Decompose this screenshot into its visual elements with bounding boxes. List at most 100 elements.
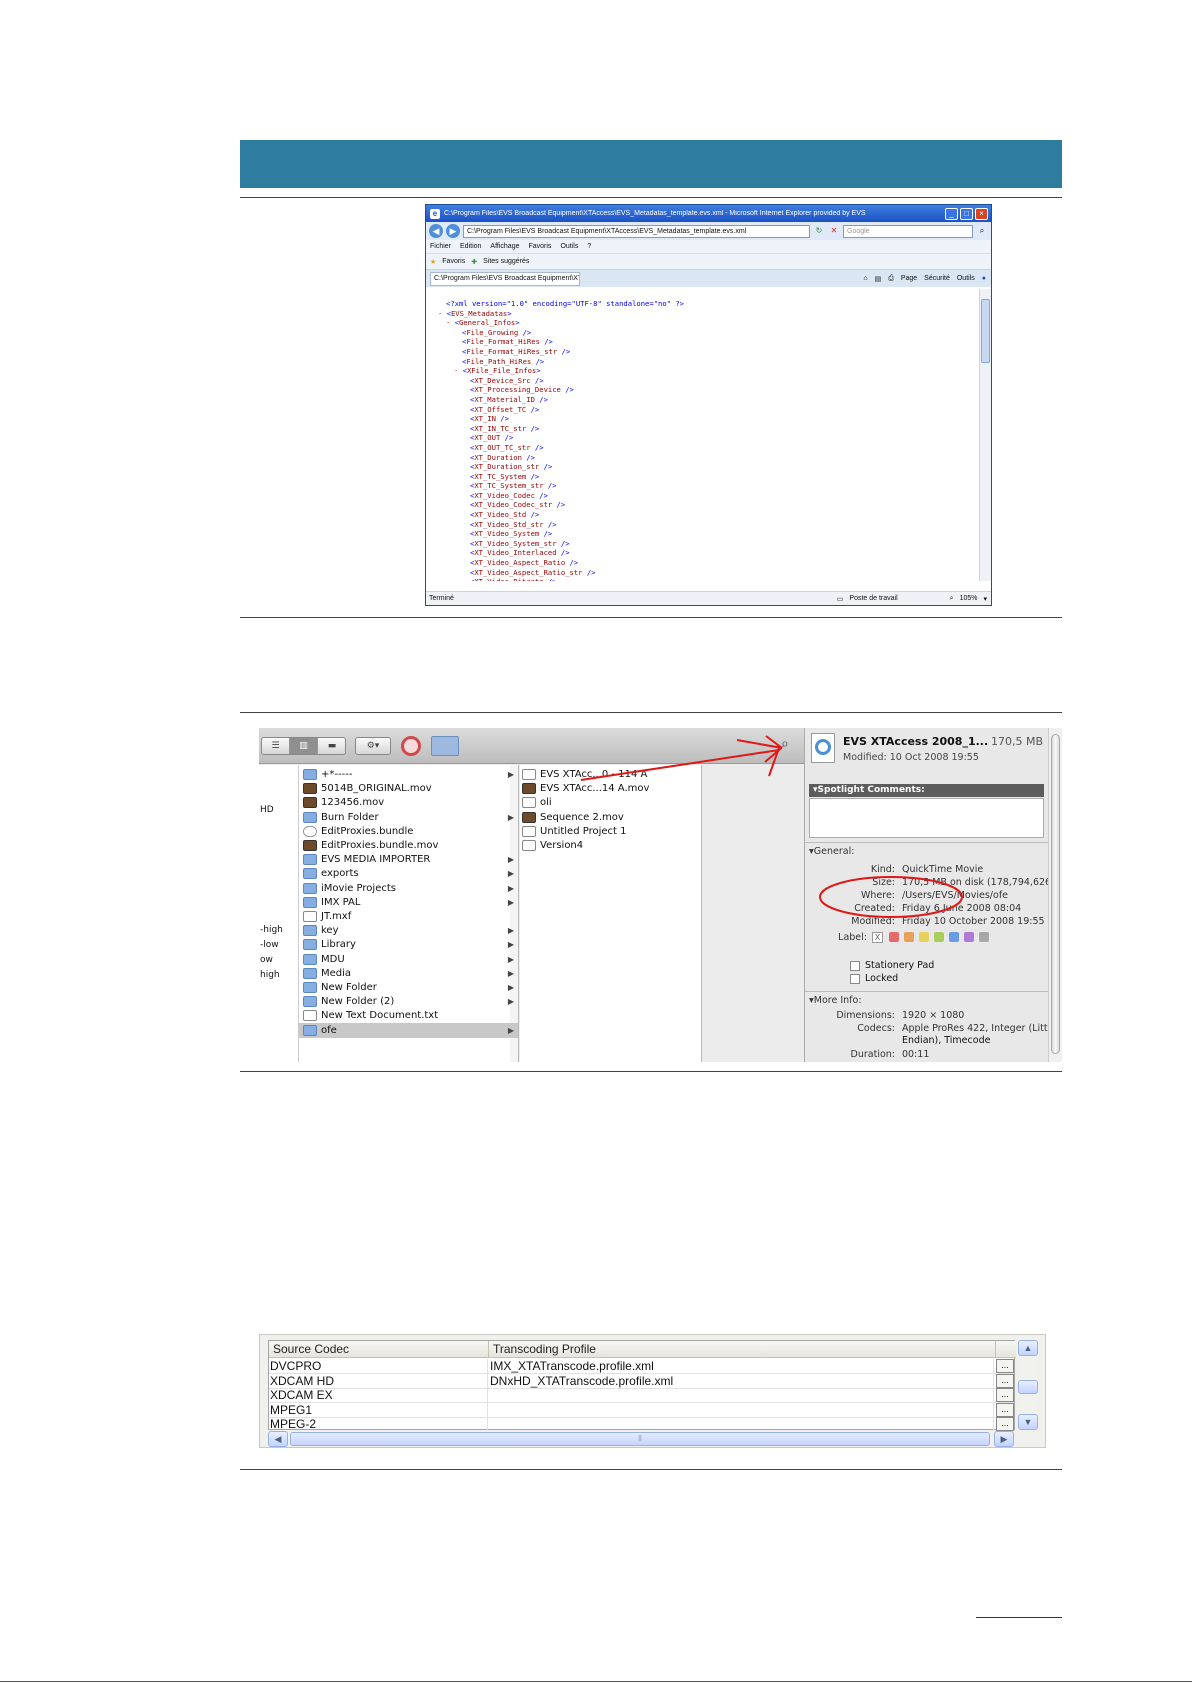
locked-label: Locked [865, 973, 899, 984]
label-color-swatch[interactable] [964, 932, 974, 942]
xml-line: <XT_TC_System_str /> [438, 481, 979, 491]
ie-vertical-scrollbar[interactable] [979, 289, 991, 581]
menu-item-fichier[interactable]: Fichier [430, 243, 451, 250]
xml-line[interactable]: - <XFile_File_Infos> [438, 366, 979, 376]
xml-bracket: /> [526, 404, 540, 414]
browse-button[interactable]: ... [996, 1373, 1014, 1388]
minimize-icon[interactable]: _ [945, 207, 958, 220]
xml-tag-name: XT_OUT_TC_str [474, 442, 531, 452]
xml-line: <XT_Duration /> [438, 453, 979, 463]
label-none-swatch[interactable]: X [872, 932, 883, 943]
menu-item-edition[interactable]: Edition [460, 243, 481, 250]
menu-item-affichage[interactable]: Affichage [490, 243, 519, 250]
scroll-thumb[interactable]: ⦀ [290, 1432, 990, 1446]
maximize-icon[interactable]: □ [960, 207, 973, 220]
xml-bracket: /> [539, 529, 553, 539]
label-color-swatch[interactable] [904, 932, 914, 942]
xml-tag-name: XT_Video_Aspect_Ratio [474, 558, 566, 568]
collapse-icon[interactable]: - [446, 318, 455, 327]
page-menu[interactable]: Page [901, 275, 917, 283]
stationery-pad-label: Stationery Pad [865, 960, 935, 971]
status-zoom[interactable]: 105% [960, 595, 978, 602]
scroll-thumb[interactable] [981, 299, 990, 363]
feeds-icon[interactable]: ▤ [875, 275, 882, 283]
general-section-header[interactable]: ▾General: [809, 846, 854, 857]
ie-tab-bar: C:\Program Files\EVS Broadcast Equipment… [426, 269, 991, 287]
label-color-swatch[interactable] [979, 932, 989, 942]
transcoding-profile-cell[interactable] [489, 1402, 994, 1418]
address-input[interactable]: C:\Program Files\EVS Broadcast Equipment… [463, 224, 810, 238]
collapse-icon[interactable]: - [454, 366, 463, 375]
close-icon[interactable]: × [975, 207, 988, 220]
more-info-section-header[interactable]: ▾More Info: [809, 995, 862, 1006]
browse-button[interactable]: ... [996, 1402, 1014, 1417]
xml-line[interactable]: - <EVS_Metadatas> [438, 309, 979, 319]
print-icon[interactable]: ⎙ [888, 275, 894, 283]
xml-tag-name: XT_Video_Interlaced [474, 548, 557, 558]
browse-button[interactable]: ... [996, 1388, 1014, 1402]
table-row[interactable]: DVCPRO IMX_XTATranscode.profile.xml... [269, 1359, 1014, 1374]
divider [240, 1071, 1062, 1072]
horizontal-scrollbar[interactable]: ◀ ⦀ ▶ [268, 1431, 1015, 1447]
collapse-icon[interactable]: - [438, 309, 447, 318]
table-row[interactable]: XDCAM HD DNxHD_XTATranscode.profile.xml..… [269, 1373, 1014, 1389]
forward-arrow-icon[interactable]: ▶ [446, 224, 460, 238]
column-header-transcoding-profile[interactable]: Transcoding Profile [489, 1341, 996, 1358]
suggested-sites-link[interactable]: Sites suggérés [483, 258, 529, 265]
table-row[interactable]: MPEG1... [269, 1402, 1014, 1418]
xml-bracket: /> [552, 500, 566, 510]
transcoding-profile-cell[interactable]: IMX_XTATranscode.profile.xml [489, 1359, 994, 1374]
scroll-thumb[interactable] [1018, 1380, 1038, 1394]
xml-line: <XT_Duration_str /> [438, 462, 979, 472]
transcoding-profile-cell[interactable]: DNxHD_XTATranscode.profile.xml [489, 1373, 994, 1389]
label-color-swatch[interactable] [889, 932, 899, 942]
label-color-swatch[interactable] [949, 932, 959, 942]
favorites-button[interactable]: Favoris [442, 258, 465, 265]
zoom-icon[interactable]: ⌕ [950, 595, 954, 603]
search-icon[interactable]: ⌕ [976, 225, 988, 237]
browse-button[interactable]: ... [996, 1417, 1014, 1431]
xml-bracket: /> [556, 548, 570, 558]
transcoding-profile-cell[interactable] [489, 1388, 994, 1403]
scroll-up-icon[interactable]: ▲ [1018, 1340, 1038, 1356]
stop-icon[interactable]: ✕ [828, 225, 840, 237]
xml-declaration: <?xml version="1.0" encoding="UTF-8" sta… [446, 299, 684, 308]
home-icon[interactable]: ⌂ [863, 275, 867, 283]
vertical-scrollbar[interactable]: ▲ ▼ [1018, 1340, 1038, 1430]
spotlight-comments-field[interactable] [809, 798, 1044, 838]
column-header-empty [996, 1341, 1016, 1358]
spotlight-comments-header[interactable]: ▾Spotlight Comments: [809, 784, 1044, 797]
transcoding-profile-cell[interactable] [489, 1417, 994, 1432]
scroll-thumb[interactable] [1051, 734, 1060, 1054]
xml-line: <XT_IN_TC_str /> [438, 424, 979, 434]
locked-checkbox[interactable] [850, 974, 860, 984]
search-input[interactable]: Google [843, 224, 973, 238]
tools-menu[interactable]: Outils [957, 275, 975, 283]
chevron-down-icon[interactable]: ▾ [983, 595, 987, 603]
refresh-icon[interactable]: ↻ [813, 225, 825, 237]
scroll-right-icon[interactable]: ▶ [994, 1431, 1014, 1447]
scroll-left-icon[interactable]: ◀ [268, 1431, 288, 1447]
help-icon[interactable]: ● [982, 275, 986, 283]
menu-item-help[interactable]: ? [587, 243, 591, 250]
column-header-source-codec[interactable]: Source Codec [269, 1341, 489, 1358]
xml-line: <File_Path_HiRes /> [438, 357, 979, 367]
back-arrow-icon[interactable]: ◀ [429, 224, 443, 238]
add-favorite-icon[interactable]: ✚ [471, 258, 477, 266]
security-menu[interactable]: Sécurité [924, 275, 950, 283]
xml-line: <File_Growing /> [438, 328, 979, 338]
scroll-down-icon[interactable]: ▼ [1018, 1414, 1038, 1430]
table-row[interactable]: XDCAM EX... [269, 1388, 1014, 1403]
label-color-swatch[interactable] [934, 932, 944, 942]
info-scrollbar[interactable] [1048, 728, 1062, 1062]
xml-tag-name: XT_IN [474, 414, 496, 424]
xml-tag-name: XT_Processing_Device [474, 385, 561, 395]
browse-button[interactable]: ... [996, 1359, 1014, 1373]
table-row[interactable]: MPEG-2... [269, 1417, 1014, 1432]
ie-tab[interactable]: C:\Program Files\EVS Broadcast Equipment… [430, 271, 580, 286]
menu-item-favoris[interactable]: Favoris [528, 243, 551, 250]
stationery-pad-checkbox[interactable] [850, 961, 860, 971]
label-color-swatch[interactable] [919, 932, 929, 942]
menu-item-outils[interactable]: Outils [560, 243, 578, 250]
xml-line[interactable]: - <General_Infos> [438, 318, 979, 328]
